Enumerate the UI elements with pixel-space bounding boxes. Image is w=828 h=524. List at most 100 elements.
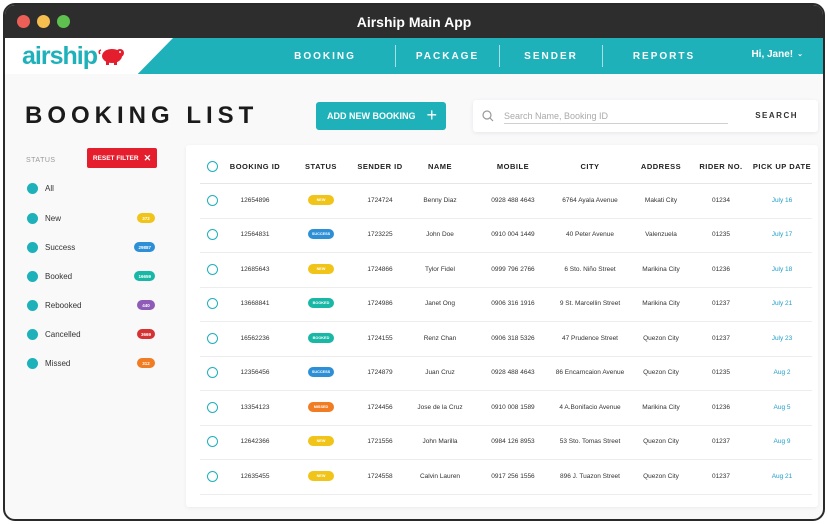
search-button[interactable]: SEARCH xyxy=(755,111,798,120)
top-navigation: airship BOOKING PACKAGE SENDER REPORTS H… xyxy=(5,38,823,74)
table-row[interactable]: 12635455 NEW 1724558 Calvin Lauren 0917 256 … xyxy=(200,460,812,495)
column-header-city[interactable]: CITY xyxy=(550,162,630,171)
cell-date: Aug 2 xyxy=(773,369,791,376)
cell-booking-id: 12356456 xyxy=(240,369,270,376)
table-row[interactable]: 16562236 BOOKED 1724155 Renz Chan 0906 318 5… xyxy=(200,322,812,357)
status-count-badge: 16659 xyxy=(134,271,155,281)
cell-date: Aug 21 xyxy=(771,473,793,480)
add-new-booking-button[interactable]: ADD NEW BOOKING + xyxy=(316,102,446,130)
chevron-down-icon: ⌄ xyxy=(797,51,803,58)
status-count-badge: 3669 xyxy=(136,329,155,339)
status-badge: NEW xyxy=(308,195,334,205)
cell-booking-id: 12635455 xyxy=(240,473,270,480)
table-row[interactable]: 12685643 NEW 1724866 Tylor Fidel 0999 796 27… xyxy=(200,253,812,288)
status-filter-all[interactable]: All xyxy=(27,181,155,195)
app-window: Airship Main App airship BOOKING PACKAGE… xyxy=(3,3,825,521)
table-row[interactable]: 13668841 BOOKED 1724986 Janet Ong 0906 316 1… xyxy=(200,287,812,322)
status-radio-icon xyxy=(27,212,38,224)
search-bar: SEARCH xyxy=(473,100,818,132)
table-header: BOOKING ID STATUS SENDER ID NAME MOBILE CITY A… xyxy=(200,157,812,184)
search-icon xyxy=(482,110,494,122)
maximize-window-button[interactable] xyxy=(57,15,70,28)
window-controls xyxy=(17,15,70,28)
status-radio-icon xyxy=(27,299,38,311)
piggy-bank-icon xyxy=(98,49,124,65)
status-badge: MISSED xyxy=(308,402,334,412)
status-radio-icon xyxy=(27,182,38,194)
status-badge: BOOKED xyxy=(308,298,334,308)
status-filter-cancelled[interactable]: Cancelled 3669 xyxy=(27,327,155,341)
status-filter-booked[interactable]: Booked 16659 xyxy=(27,269,155,283)
reset-filter-button[interactable]: RESET FILTER ✕ xyxy=(87,148,157,168)
status-badge: SUCCESS xyxy=(308,229,334,239)
close-icon: ✕ xyxy=(143,152,152,163)
status-count-badge: 372 xyxy=(137,213,155,223)
status-radio-icon xyxy=(27,357,38,369)
logo-area[interactable]: airship xyxy=(5,38,173,74)
status-filter-label: Cancelled xyxy=(45,329,81,339)
status-badge: NEW xyxy=(308,436,334,446)
cell-booking-id: 16562236 xyxy=(240,335,270,342)
table-row[interactable]: 12564831 SUCCESS 1723225 John Doe 0910 004 1… xyxy=(200,218,812,253)
table-row[interactable]: 13354123 MISSED 1724456 Jose de la Cruz 0910… xyxy=(200,391,812,426)
status-radio-icon xyxy=(27,241,38,253)
status-count-badge: 29887 xyxy=(134,242,155,252)
search-input[interactable] xyxy=(504,108,728,124)
page-title: BOOKING LIST xyxy=(25,102,259,129)
table-row[interactable]: 12654896 NEW 1724724 Benny Diaz 0928 488 464… xyxy=(200,184,812,219)
close-window-button[interactable] xyxy=(17,15,30,28)
main-menu: BOOKING PACKAGE SENDER REPORTS xyxy=(255,38,725,74)
booking-table: BOOKING ID STATUS SENDER ID NAME MOBILE CITY A… xyxy=(186,145,818,507)
status-badge: BOOKED xyxy=(308,333,334,343)
title-bar: Airship Main App xyxy=(5,5,823,38)
brand-logo-text: airship xyxy=(22,42,98,70)
status-radio-icon xyxy=(27,270,38,282)
status-filter-label: Booked xyxy=(45,271,73,281)
status-filter-new[interactable]: New 372 xyxy=(27,211,155,225)
status-filter-rebooked[interactable]: Rebooked 440 xyxy=(27,298,155,312)
user-greeting: Hi, Jane! xyxy=(751,48,794,60)
reset-filter-label: RESET FILTER xyxy=(92,154,139,162)
table-row[interactable]: 12356456 SUCCESS 1724879 Juan Cruz 0928 488 … xyxy=(200,356,812,391)
cell-booking-id: 12685643 xyxy=(240,266,270,273)
cell-date: July 21 xyxy=(771,300,793,307)
minimize-window-button[interactable] xyxy=(37,15,50,28)
status-count-badge: 312 xyxy=(137,358,155,368)
nav-package[interactable]: PACKAGE xyxy=(396,38,499,74)
column-header-name[interactable]: NAME xyxy=(400,162,480,171)
status-filter-label: All xyxy=(45,183,54,193)
add-new-booking-label: ADD NEW BOOKING xyxy=(327,111,416,121)
nav-reports[interactable]: REPORTS xyxy=(603,38,725,74)
window-title: Airship Main App xyxy=(356,13,472,30)
status-filter-label: Success xyxy=(45,242,76,252)
cell-booking-id: 13668841 xyxy=(240,300,270,307)
nav-booking[interactable]: BOOKING xyxy=(255,38,395,74)
status-filter-label: STATUS xyxy=(26,157,56,164)
column-header-date[interactable]: PICK UP DATE xyxy=(742,162,822,171)
column-header-mobile[interactable]: MOBILE xyxy=(473,162,553,171)
table-row[interactable]: 12642366 NEW 1721556 John Marilla 0984 126 8… xyxy=(200,425,812,460)
cell-date: Aug 9 xyxy=(773,438,791,445)
status-radio-icon xyxy=(27,328,38,340)
status-filter-missed[interactable]: Missed 312 xyxy=(27,356,155,370)
status-filter-success[interactable]: Success 29887 xyxy=(27,240,155,254)
status-badge: SUCCESS xyxy=(308,367,334,377)
status-filter-label: Rebooked xyxy=(45,300,82,310)
cell-booking-id: 13354123 xyxy=(240,404,270,411)
cell-booking-id: 12564831 xyxy=(240,231,270,238)
status-badge: NEW xyxy=(308,264,334,274)
nav-sender[interactable]: SENDER xyxy=(500,38,602,74)
cell-booking-id: 12654896 xyxy=(240,197,270,204)
cell-date: Aug 5 xyxy=(773,404,791,411)
plus-icon: + xyxy=(426,105,437,125)
status-filter-label: Missed xyxy=(45,358,71,368)
status-count-badge: 440 xyxy=(137,300,155,310)
status-filter-label: New xyxy=(45,213,62,223)
cell-date: July 23 xyxy=(771,335,793,342)
status-badge: NEW xyxy=(308,471,334,481)
cell-booking-id: 12642366 xyxy=(240,438,270,445)
cell-date: July 17 xyxy=(771,231,793,238)
user-menu[interactable]: Hi, Jane! ⌄ xyxy=(751,38,803,70)
cell-date: July 16 xyxy=(771,197,793,204)
cell-date: July 18 xyxy=(771,266,793,273)
